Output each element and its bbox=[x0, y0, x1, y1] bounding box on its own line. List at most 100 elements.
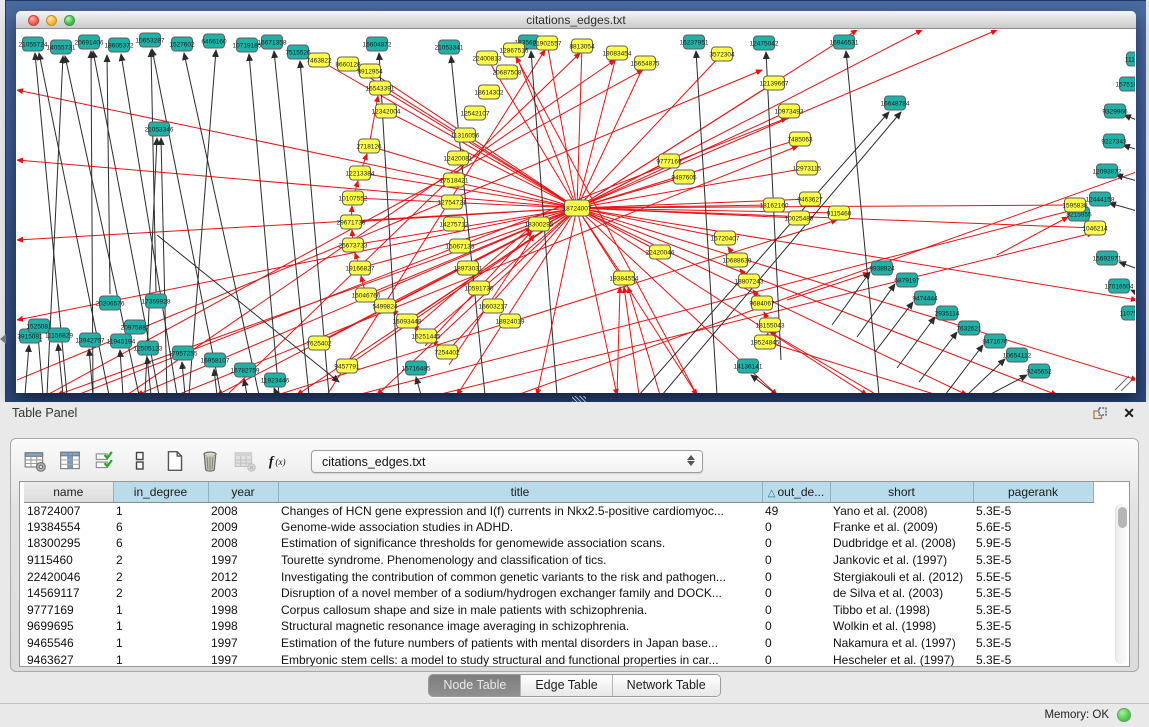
table-cell[interactable]: Genome-wide association studies in ADHD. bbox=[278, 519, 762, 536]
table-row[interactable]: 969969511998Structural magnetic resonanc… bbox=[24, 618, 1093, 635]
table-cell[interactable]: 5.3E-5 bbox=[973, 585, 1093, 602]
table-cell[interactable]: 2008 bbox=[208, 535, 278, 552]
table-cell[interactable]: 0 bbox=[762, 618, 830, 635]
new-document-icon[interactable] bbox=[163, 449, 187, 473]
table-cell[interactable]: 1998 bbox=[208, 618, 278, 635]
show-columns-icon[interactable] bbox=[58, 449, 82, 473]
column-header-year[interactable]: year bbox=[208, 482, 278, 502]
row-select-icon[interactable] bbox=[93, 449, 117, 473]
table-cell[interactable]: Dudbridge et al. (2008) bbox=[830, 535, 973, 552]
table-cell[interactable]: Estimation of significance thresholds fo… bbox=[278, 535, 762, 552]
table-row[interactable]: 1872400712008Changes of HCN gene express… bbox=[24, 502, 1093, 519]
table-cell[interactable]: Corpus callosum shape and size in male p… bbox=[278, 602, 762, 619]
table-row[interactable]: 2242004622012Investigating the contribut… bbox=[24, 568, 1093, 585]
column-header-pagerank[interactable]: pagerank bbox=[973, 482, 1093, 502]
table-row[interactable]: 1830029562008Estimation of significance … bbox=[24, 535, 1093, 552]
table-cell[interactable]: 18300295 bbox=[24, 535, 113, 552]
table-cell[interactable]: 9777169 bbox=[24, 602, 113, 619]
function-builder-icon[interactable]: f(x) bbox=[268, 449, 292, 473]
network-graph[interactable]: 2105572414055731206914061860537210653287… bbox=[17, 30, 1135, 393]
float-panel-icon[interactable] bbox=[1093, 407, 1107, 420]
table-cell[interactable]: 1998 bbox=[208, 602, 278, 619]
table-cell[interactable]: 0 bbox=[762, 585, 830, 602]
table-cell[interactable]: 18724007 bbox=[24, 502, 113, 519]
table-cell[interactable]: 2 bbox=[113, 552, 208, 569]
table-cell[interactable]: 5.3E-5 bbox=[973, 602, 1093, 619]
table-cell[interactable]: 5.3E-5 bbox=[973, 651, 1093, 667]
memory-status-indicator[interactable] bbox=[1117, 708, 1131, 722]
table-cell[interactable]: 2003 bbox=[208, 585, 278, 602]
tab-edge-table[interactable]: Edge Table bbox=[520, 675, 611, 696]
table-cell[interactable]: 22420046 bbox=[24, 568, 113, 585]
table-cell[interactable]: Changes of HCN gene expression and I(f) … bbox=[278, 502, 762, 519]
table-mode-icon[interactable] bbox=[23, 449, 47, 473]
table-cell[interactable]: 0 bbox=[762, 535, 830, 552]
column-header-out-degree[interactable]: △out_de... bbox=[762, 482, 830, 502]
table-cell[interactable]: 9115460 bbox=[24, 552, 113, 569]
network-canvas[interactable]: 2105572414055731206914061860537210653287… bbox=[17, 30, 1135, 393]
table-cell[interactable]: 9463627 bbox=[24, 651, 113, 667]
column-header-title[interactable]: title bbox=[278, 482, 762, 502]
table-cell[interactable]: 9465546 bbox=[24, 635, 113, 652]
table-cell[interactable]: 0 bbox=[762, 552, 830, 569]
table-cell[interactable]: Embryonic stem cells: a model to study s… bbox=[278, 651, 762, 667]
table-row[interactable]: 1456911722003Disruption of a novel membe… bbox=[24, 585, 1093, 602]
table-cell[interactable]: 0 bbox=[762, 651, 830, 667]
resize-grip[interactable] bbox=[1115, 376, 1132, 391]
table-cell[interactable]: 2009 bbox=[208, 519, 278, 536]
table-cell[interactable]: 2 bbox=[113, 568, 208, 585]
table-cell[interactable]: 14569117 bbox=[24, 585, 113, 602]
table-cell[interactable]: Nakamura et al. (1997) bbox=[830, 635, 973, 652]
table-cell[interactable]: 19384554 bbox=[24, 519, 113, 536]
table-cell[interactable]: 5.5E-5 bbox=[973, 568, 1093, 585]
table-cell[interactable]: 1 bbox=[113, 651, 208, 667]
delete-icon[interactable] bbox=[198, 449, 222, 473]
table-cell[interactable]: 0 bbox=[762, 635, 830, 652]
table-cell[interactable]: 2012 bbox=[208, 568, 278, 585]
table-cell[interactable]: Structural magnetic resonance image aver… bbox=[278, 618, 762, 635]
table-cell[interactable]: Disruption of a novel member of a sodium… bbox=[278, 585, 762, 602]
table-row[interactable]: 946362711997Embryonic stem cells: a mode… bbox=[24, 651, 1093, 667]
table-cell[interactable]: de Silva et al. (2003) bbox=[830, 585, 973, 602]
table-cell[interactable]: 0 bbox=[762, 602, 830, 619]
table-cell[interactable]: 1 bbox=[113, 635, 208, 652]
table-row[interactable]: 1938455462009Genome-wide association stu… bbox=[24, 519, 1093, 536]
table-cell[interactable]: 6 bbox=[113, 535, 208, 552]
table-cell[interactable]: 9699695 bbox=[24, 618, 113, 635]
table-cell[interactable]: 1 bbox=[113, 618, 208, 635]
table-cell[interactable]: 1997 bbox=[208, 635, 278, 652]
table-selector-dropdown[interactable]: citations_edges.txt bbox=[311, 450, 703, 473]
table-cell[interactable]: 0 bbox=[762, 568, 830, 585]
table-cell[interactable]: 1997 bbox=[208, 552, 278, 569]
close-panel-icon[interactable]: ✕ bbox=[1123, 405, 1135, 422]
table-cell[interactable]: Jankovic et al. (1997) bbox=[830, 552, 973, 569]
table-cell[interactable]: 1 bbox=[113, 502, 208, 519]
table-cell[interactable]: 5.9E-5 bbox=[973, 535, 1093, 552]
stack-icon[interactable] bbox=[128, 449, 152, 473]
table-cell[interactable]: 49 bbox=[762, 502, 830, 519]
table-cell[interactable]: 5.3E-5 bbox=[973, 552, 1093, 569]
table-cell[interactable]: Yano et al. (2008) bbox=[830, 502, 973, 519]
table-cell[interactable]: 2 bbox=[113, 585, 208, 602]
table-cell[interactable]: Franke et al. (2009) bbox=[830, 519, 973, 536]
table-cell[interactable]: 5.3E-5 bbox=[973, 635, 1093, 652]
table-row[interactable]: 946554611997Estimation of the future num… bbox=[24, 635, 1093, 652]
table-cell[interactable]: 2008 bbox=[208, 502, 278, 519]
table-scrollbar[interactable] bbox=[1115, 504, 1127, 664]
table-scrollbar-thumb[interactable] bbox=[1118, 507, 1127, 528]
table-cell[interactable]: Wolkin et al. (1998) bbox=[830, 618, 973, 635]
table-row[interactable]: 911546021997Tourette syndrome. Phenomeno… bbox=[24, 552, 1093, 569]
table-cell[interactable]: Tibbo et al. (1998) bbox=[830, 602, 973, 619]
table-cell[interactable]: 5.3E-5 bbox=[973, 502, 1093, 519]
network-window[interactable]: citations_edges.txt 21055724140557312069… bbox=[16, 11, 1136, 393]
table-cell[interactable]: Investigating the contribution of common… bbox=[278, 568, 762, 585]
column-header-in-degree[interactable]: in_degree bbox=[113, 482, 208, 502]
column-header-name[interactable]: name bbox=[24, 482, 113, 502]
network-window-titlebar[interactable]: citations_edges.txt bbox=[16, 11, 1136, 29]
table-cell[interactable]: 5.3E-5 bbox=[973, 618, 1093, 635]
column-header-short[interactable]: short bbox=[830, 482, 973, 502]
table-cell[interactable]: 1997 bbox=[208, 651, 278, 667]
table-cell[interactable]: 0 bbox=[762, 519, 830, 536]
divider-collapse-arrow[interactable] bbox=[0, 334, 6, 344]
table-row[interactable]: 977716911998Corpus callosum shape and si… bbox=[24, 602, 1093, 619]
